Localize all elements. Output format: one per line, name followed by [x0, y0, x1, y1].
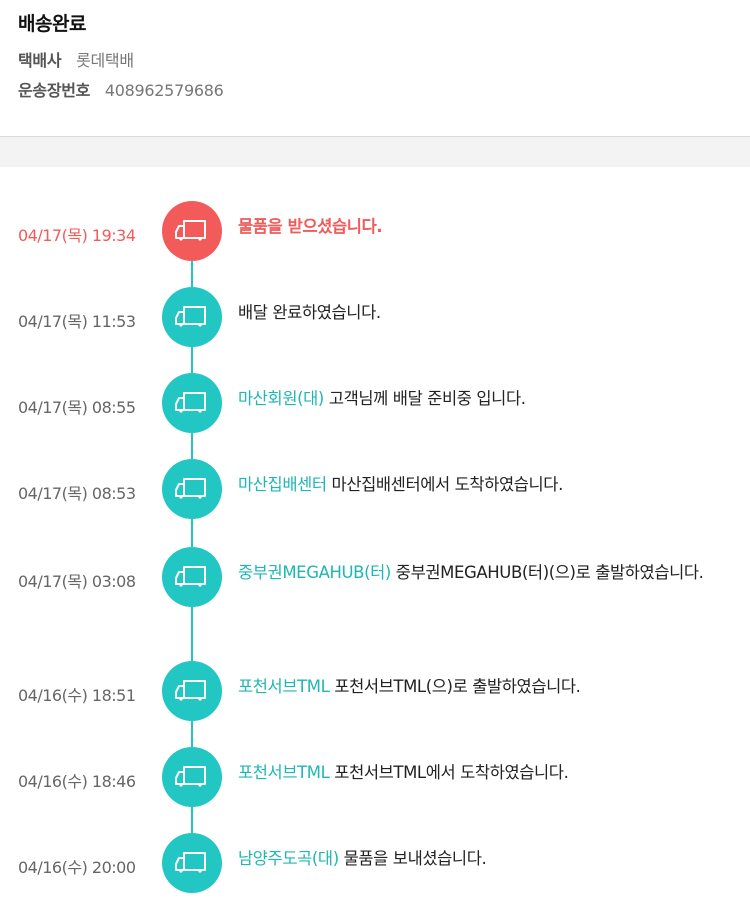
delivery-truck-icon [162, 661, 222, 721]
event-message: 마산회원(대) 고객님께 배달 준비중 입니다. [238, 387, 728, 411]
event-location: 중부권MEGAHUB(터) [238, 563, 391, 582]
delivery-truck-icon [162, 547, 222, 607]
delivery-summary: 배송완료 택배사 롯데택배 운송장번호 408962579686 [0, 0, 750, 136]
event-message: 남양주도곡(대) 물품을 보내셨습니다. [238, 847, 728, 871]
event-timestamp: 04/17(목) 03:08 [18, 572, 136, 591]
tracking-event: 04/17(목) 08:53 마산집배센터 마산집배센터에서 도착하였습니다. [0, 459, 750, 519]
delivery-truck-icon [162, 373, 222, 433]
delivery-status-title: 배송완료 [18, 13, 86, 35]
timeline-connector [191, 261, 193, 287]
delivery-truck-icon [162, 201, 222, 261]
timeline-connector [191, 807, 193, 833]
timeline-connector [191, 519, 193, 547]
tracking-event: 04/17(목) 11:53 배달 완료하였습니다. [0, 287, 750, 347]
event-location: 마산회원(대) [238, 389, 324, 408]
event-timestamp: 04/16(수) 20:00 [18, 858, 136, 877]
timeline-connector [191, 607, 193, 661]
tracking-event: 04/16(수) 18:46 포천서브TML 포천서브TML에서 도착하였습니다. [0, 747, 750, 807]
event-timestamp: 04/17(목) 11:53 [18, 312, 136, 331]
courier-value: 롯데택배 [76, 51, 134, 70]
tracking-event: 04/16(수) 18:51 포천서브TML 포천서브TML(으)로 출발하였습니… [0, 661, 750, 721]
tracking-event: 04/17(목) 03:08 중부권MEGAHUB(터) 중부권MEGAHUB(터… [0, 547, 750, 607]
event-timestamp: 04/16(수) 18:46 [18, 772, 136, 791]
event-timestamp: 04/17(목) 19:34 [18, 226, 136, 245]
event-location: 포천서브TML [238, 677, 330, 696]
delivery-truck-icon [162, 459, 222, 519]
tracking-number-value: 408962579686 [104, 81, 224, 100]
timeline-connector [191, 721, 193, 747]
tracking-number-row: 운송장번호 408962579686 [18, 80, 732, 102]
event-description: 포천서브TML에서 도착하였습니다. [334, 763, 569, 782]
event-description: 포천서브TML(으)로 출발하였습니다. [334, 677, 581, 696]
event-description: 물품을 받으셨습니다. [238, 217, 383, 236]
event-message: 중부권MEGAHUB(터) 중부권MEGAHUB(터)(으)로 출발하였습니다. [238, 561, 728, 585]
event-message: 마산집배센터 마산집배센터에서 도착하였습니다. [238, 473, 728, 497]
event-description: 고객님께 배달 준비중 입니다. [328, 389, 526, 408]
event-location: 마산집배센터 [238, 475, 327, 494]
event-message: 배달 완료하였습니다. [238, 301, 728, 325]
delivery-truck-icon [162, 287, 222, 347]
event-message: 포천서브TML 포천서브TML에서 도착하였습니다. [238, 761, 728, 785]
event-message: 물품을 받으셨습니다. [238, 215, 728, 239]
event-location: 남양주도곡(대) [238, 849, 339, 868]
courier-label: 택배사 [18, 51, 62, 70]
tracking-timeline: 04/17(목) 19:34 물품을 받으셨습니다. 04/17(목) 11:53 배… [0, 167, 750, 900]
tracking-event: 04/16(수) 20:00 남양주도곡(대) 물품을 보내셨습니다. [0, 833, 750, 893]
event-timestamp: 04/17(목) 08:53 [18, 484, 136, 503]
tracking-event: 04/17(목) 08:55 마산회원(대) 고객님께 배달 준비중 입니다. [0, 373, 750, 433]
event-description: 중부권MEGAHUB(터)(으)로 출발하였습니다. [395, 563, 704, 582]
event-location: 포천서브TML [238, 763, 330, 782]
event-timestamp: 04/16(수) 18:51 [18, 686, 136, 705]
tracking-event: 04/17(목) 19:34 물품을 받으셨습니다. [0, 201, 750, 261]
timeline-connector [191, 347, 193, 373]
delivery-truck-icon [162, 833, 222, 893]
timeline-connector [191, 433, 193, 459]
delivery-truck-icon [162, 747, 222, 807]
event-timestamp: 04/17(목) 08:55 [18, 398, 136, 417]
event-description: 물품을 보내셨습니다. [343, 849, 487, 868]
tracking-number-label: 운송장번호 [18, 81, 91, 100]
courier-row: 택배사 롯데택배 [18, 50, 732, 72]
section-divider [0, 136, 750, 167]
event-message: 포천서브TML 포천서브TML(으)로 출발하였습니다. [238, 675, 728, 699]
event-description: 마산집배센터에서 도착하였습니다. [331, 475, 564, 494]
event-description: 배달 완료하였습니다. [238, 303, 381, 322]
